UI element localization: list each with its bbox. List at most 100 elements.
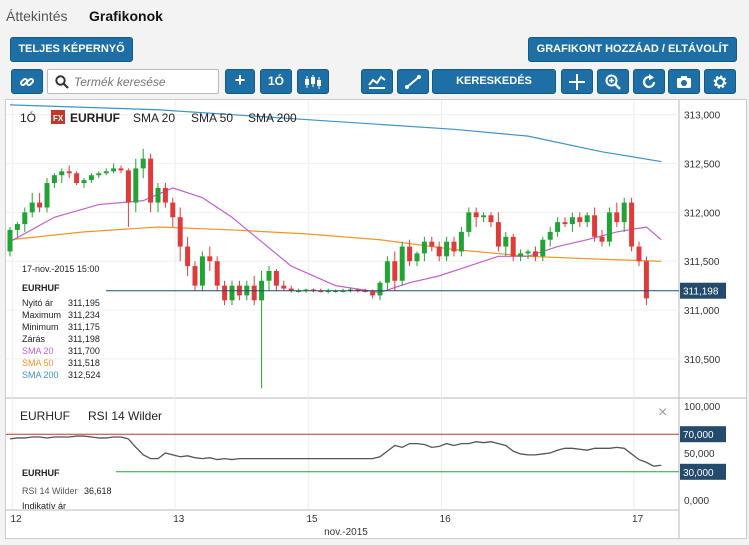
candle-body	[481, 215, 487, 218]
candle-body	[599, 236, 605, 242]
price-tick-label: 312,000	[684, 208, 721, 219]
candle-body	[170, 202, 176, 218]
product-search-input[interactable]	[74, 73, 214, 90]
candle-body	[629, 202, 635, 247]
candle-body	[510, 236, 516, 257]
candle-body	[185, 246, 191, 267]
candle-body	[473, 212, 479, 218]
rsi-tick-label: 0,000	[684, 496, 709, 507]
time-tick-label: 17	[632, 514, 644, 525]
time-axis-labels: 12 13 15 16 17 nov.-2015	[10, 514, 643, 538]
candle-body	[407, 246, 413, 262]
candle-body	[503, 236, 509, 247]
candle-body	[562, 222, 568, 225]
info-row-value: 311,234	[68, 310, 100, 320]
candle-body	[281, 285, 287, 289]
product-search[interactable]	[47, 69, 219, 94]
candle-body	[66, 171, 72, 174]
candle-body	[384, 261, 390, 283]
candle-body	[229, 285, 235, 301]
candle-body	[555, 222, 561, 232]
legend-sma20[interactable]: SMA 20	[133, 111, 175, 125]
candle-body	[370, 291, 376, 296]
candle-body	[148, 158, 154, 203]
rsi-info-label: RSI 14 Wilder	[22, 486, 78, 496]
candle-body	[532, 251, 538, 257]
chart-symbol: EURHUF	[70, 111, 120, 125]
fullscreen-button[interactable]: TELJES KÉPERNYŐ	[10, 37, 133, 62]
chart-interval-label: 1Ó	[20, 110, 36, 125]
link-icon	[19, 77, 35, 87]
fx-badge: FX	[53, 114, 64, 123]
add-instrument-button[interactable]: +	[225, 69, 255, 94]
info-symbol: EURHUF	[22, 283, 60, 293]
candle-body	[606, 212, 612, 242]
candle-body	[118, 168, 124, 171]
info-row-value: 312,524	[68, 370, 101, 380]
candle-body	[458, 231, 464, 252]
time-axis-title: nov.-2015	[324, 527, 368, 538]
tab-bar: Áttekintés Grafikonok	[0, 0, 749, 32]
info-row-label: SMA 20	[22, 346, 54, 356]
close-rsi-icon[interactable]: ×	[658, 404, 667, 421]
info-row-label: Maximum	[22, 310, 61, 320]
draw-line-icon	[405, 75, 421, 89]
chart-area[interactable]: 313,000 312,500 312,000 311,500 311,000 310,5…	[5, 99, 747, 539]
time-tick-label: 13	[173, 514, 185, 525]
candle-body	[74, 173, 80, 184]
add-remove-chart-button[interactable]: GRAFIKONT HOZZÁAD / ELTÁVOLÍT	[528, 37, 737, 62]
draw-line-button[interactable]	[397, 69, 429, 94]
legend-sma200[interactable]: SMA 200	[248, 111, 297, 125]
candle-body	[525, 251, 531, 254]
chart-type-button[interactable]	[297, 69, 329, 94]
rsi-level-label: 70,000	[683, 430, 714, 441]
candle-body	[192, 266, 198, 286]
candlestick-icon	[305, 75, 321, 89]
info-row-label: SMA 200	[22, 370, 59, 380]
candle-body	[377, 282, 383, 296]
crosshair-icon	[569, 74, 585, 90]
candle-body	[14, 224, 20, 230]
legend-sma50[interactable]: SMA 50	[191, 111, 233, 125]
candle-body	[392, 261, 398, 281]
tab-overview[interactable]: Áttekintés	[6, 8, 67, 24]
settings-button[interactable]	[704, 69, 736, 94]
rsi-line	[9, 435, 662, 467]
candle-body	[177, 217, 183, 247]
gear-icon	[713, 75, 727, 89]
chart-canvas[interactable]: 313,000 312,500 312,000 311,500 311,000 310,5…	[6, 100, 746, 538]
candle-body	[155, 187, 161, 203]
rsi-tick-label: 100,000	[684, 402, 721, 413]
plus-icon: +	[234, 70, 246, 90]
current-price-label: 311,198	[683, 287, 719, 298]
info-row-label: Minimum	[22, 322, 59, 332]
candle-body	[111, 168, 117, 172]
candle-body	[140, 158, 146, 169]
candle-body	[636, 246, 642, 262]
candle-body	[429, 241, 435, 247]
link-button[interactable]	[11, 69, 43, 94]
candle-body	[451, 241, 457, 252]
zoom-button[interactable]	[597, 69, 629, 94]
indicator-icon	[368, 75, 386, 89]
info-row-label: Zárás	[22, 334, 46, 344]
candle-body	[37, 202, 43, 208]
candle-body	[133, 168, 139, 203]
search-icon	[55, 75, 69, 89]
rsi-level-label: 30,000	[683, 468, 714, 479]
tab-charts[interactable]: Grafikonok	[89, 8, 163, 24]
indicators-button[interactable]	[361, 69, 393, 94]
candle-body	[29, 202, 35, 213]
rsi-info-symbol: EURHUF	[22, 468, 60, 478]
candle-body	[22, 212, 28, 225]
candle-body	[444, 241, 450, 257]
screenshot-button[interactable]	[668, 69, 700, 94]
crosshair-button[interactable]	[561, 69, 593, 94]
candle-body	[96, 173, 102, 176]
interval-button[interactable]: 1Ó	[260, 69, 292, 94]
candle-body	[547, 231, 553, 240]
refresh-button[interactable]	[633, 69, 665, 94]
price-tick-label: 310,500	[684, 355, 721, 366]
info-row-value: 311,700	[68, 346, 100, 356]
trade-button[interactable]: KERESKEDÉS	[432, 69, 556, 94]
